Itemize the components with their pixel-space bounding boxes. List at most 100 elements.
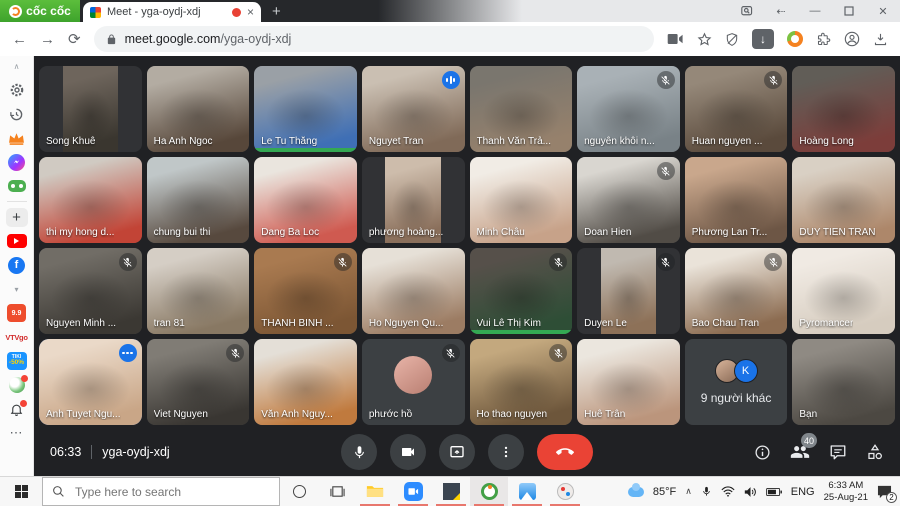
participant-tile[interactable]: Le Tu Thắng <box>254 66 357 152</box>
participant-tile[interactable]: DUY TIEN TRAN <box>792 157 895 243</box>
participant-tile[interactable]: Duyen Le <box>577 248 680 334</box>
start-button[interactable] <box>0 477 42 506</box>
activities-icon[interactable] <box>866 443 884 461</box>
participants-icon[interactable]: 40 <box>790 442 810 462</box>
address-bar[interactable]: meet.google.com/yga-oydj-xdj <box>94 26 654 52</box>
participant-tile[interactable]: Hoàng Long <box>792 66 895 152</box>
new-tab-button[interactable]: + <box>261 0 292 22</box>
end-call-button[interactable] <box>537 434 593 470</box>
participant-tile[interactable]: Huan nguyen ... <box>685 66 788 152</box>
participant-tile[interactable]: phước hồ <box>362 339 465 425</box>
participant-tile[interactable]: THANH BINH ... <box>254 248 357 334</box>
weather-icon[interactable] <box>628 487 644 497</box>
zoom-app-button[interactable] <box>394 477 432 506</box>
participant-tile[interactable]: Viet Nguyen <box>147 339 250 425</box>
more-options-button[interactable] <box>488 434 524 470</box>
tile-more-button[interactable] <box>119 344 137 362</box>
participant-tile[interactable]: chung bui thi <box>147 157 250 243</box>
participant-tile[interactable]: Ho Nguyen Qu... <box>362 248 465 334</box>
present-screen-button[interactable] <box>439 434 475 470</box>
tab-close-icon[interactable]: × <box>247 6 254 18</box>
downloads-tray-icon[interactable] <box>873 32 888 47</box>
add-shortcut-button[interactable]: + <box>6 208 28 226</box>
participant-tile[interactable]: tran 81 <box>147 248 250 334</box>
camera-button[interactable] <box>390 434 426 470</box>
notifications-bell-icon[interactable] <box>6 400 28 418</box>
overflow-tile[interactable]: K9 người khác <box>685 339 788 425</box>
tab-search-icon[interactable] <box>730 0 764 22</box>
shopee-icon[interactable]: 9.9 <box>6 304 28 322</box>
download-active-icon[interactable]: ↓ <box>752 29 774 49</box>
participant-tile[interactable]: Nguyet Tran <box>362 66 465 152</box>
participant-tile[interactable]: Pyromancer <box>792 248 895 334</box>
back-icon[interactable]: ← <box>12 32 27 47</box>
facebook-icon[interactable]: f <box>6 256 28 274</box>
maximize-button[interactable] <box>832 0 866 22</box>
close-button[interactable]: ✕ <box>866 0 900 22</box>
participant-tile[interactable]: Phương Lan Tr... <box>685 157 788 243</box>
sidebar-more-icon[interactable]: ⋯ <box>6 424 28 442</box>
paint-app-button[interactable] <box>546 477 584 506</box>
mic-button[interactable] <box>341 434 377 470</box>
bookmark-star-icon[interactable] <box>697 32 712 47</box>
wifi-icon[interactable] <box>721 486 735 497</box>
participant-tile[interactable]: Nguyen Minh ... <box>39 248 142 334</box>
participant-tile[interactable]: phương hoàng... <box>362 157 465 243</box>
notes-app-button[interactable] <box>432 477 470 506</box>
volume-icon[interactable] <box>744 486 757 498</box>
action-center-button[interactable]: 2 <box>877 485 892 499</box>
participant-tile[interactable]: Thanh Văn Trả... <box>470 66 573 152</box>
task-view-button[interactable] <box>318 477 356 506</box>
youtube-icon[interactable] <box>6 232 28 250</box>
settings-gear-icon[interactable] <box>6 81 28 99</box>
sidebar-expand-chevron-icon[interactable]: ▾ <box>6 280 28 298</box>
participant-tile[interactable]: Huê Trân <box>577 339 680 425</box>
chat-icon[interactable] <box>829 443 847 461</box>
vtv-go-icon[interactable]: VTVgo <box>6 328 28 346</box>
extensions-puzzle-icon[interactable] <box>816 32 831 47</box>
participant-tile[interactable]: Vui Lê Thị Kim <box>470 248 573 334</box>
vip-crown-icon[interactable] <box>6 129 28 147</box>
tray-chevron-icon[interactable]: ∧ <box>685 486 692 497</box>
profile-icon[interactable] <box>844 31 860 47</box>
participant-tile[interactable]: Doan Hien <box>577 157 680 243</box>
messenger-icon[interactable] <box>6 153 28 171</box>
battery-icon[interactable] <box>766 487 782 497</box>
taskbar-clock[interactable]: 6:33 AM 25-Aug-21 <box>824 480 868 503</box>
participant-tile[interactable]: Minh Châu <box>470 157 573 243</box>
camera-permission-icon[interactable] <box>667 33 684 45</box>
participant-tile[interactable]: Ho thao nguyen <box>470 339 573 425</box>
adblock-shield-icon[interactable] <box>725 32 739 47</box>
history-icon[interactable] <box>6 105 28 123</box>
sidebar-collapse-chevron-icon[interactable]: ∧ <box>6 57 28 75</box>
participant-tile[interactable]: Song Khuê <box>39 66 142 152</box>
participant-tile[interactable]: Anh Tuyet Ngu... <box>39 339 142 425</box>
reload-icon[interactable]: ⟳ <box>68 32 81 47</box>
sidebar-collapse-icon[interactable]: ⇠ <box>764 0 798 22</box>
cortana-button[interactable] <box>280 477 318 506</box>
forward-icon[interactable]: → <box>40 32 55 47</box>
tray-mic-icon[interactable] <box>701 485 712 498</box>
language-label[interactable]: ENG <box>791 486 815 498</box>
football-icon[interactable] <box>6 376 28 394</box>
browser-tab[interactable]: Meet - yga-oydj-xdj × <box>83 2 261 22</box>
coccoc-savior-icon[interactable] <box>787 31 803 47</box>
tiki-icon[interactable]: TIKI-50% <box>6 352 28 370</box>
search-input[interactable] <box>73 484 233 500</box>
participant-tile[interactable]: nguyên khôi n... <box>577 66 680 152</box>
participant-tile[interactable]: thi my hong d... <box>39 157 142 243</box>
file-explorer-button[interactable] <box>356 477 394 506</box>
participant-tile[interactable]: Dang Ba Loc <box>254 157 357 243</box>
photos-app-button[interactable] <box>508 477 546 506</box>
participant-tile[interactable]: Văn Anh Nguy... <box>254 339 357 425</box>
participant-tile[interactable]: Ha Anh Ngoc <box>147 66 250 152</box>
participant-tile[interactable]: Bạn <box>792 339 895 425</box>
meeting-info-icon[interactable] <box>754 444 771 461</box>
coccoc-brand[interactable]: cốc cốc <box>0 0 80 22</box>
taskbar-search[interactable] <box>42 477 280 506</box>
temperature-label[interactable]: 85°F <box>653 486 676 498</box>
participant-tile[interactable]: Bao Chau Tran <box>685 248 788 334</box>
coccoc-browser-button[interactable] <box>470 477 508 506</box>
minimize-button[interactable]: — <box>798 0 832 22</box>
games-gamepad-icon[interactable] <box>6 177 28 195</box>
